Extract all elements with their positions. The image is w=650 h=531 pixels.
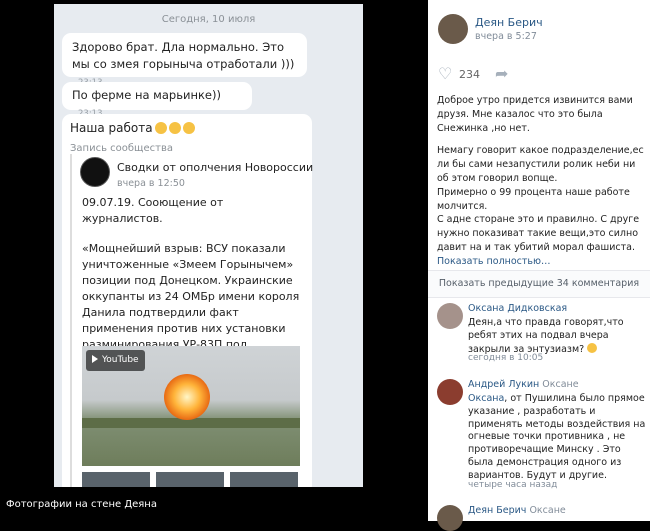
photo-thumbnail[interactable] [156,472,224,487]
heart-icon[interactable]: ♡ [438,66,452,82]
photo-thumbnail[interactable] [230,472,298,487]
repost-time: вчера в 12:50 [117,178,185,189]
show-previous-comments-button[interactable]: Показать предыдущие 34 комментария [428,270,650,298]
youtube-badge: YouTube [86,350,145,371]
comment-date[interactable]: четыре часа назад [468,480,557,490]
smile-emoji-icon [168,122,181,134]
smile-emoji-icon [182,122,195,134]
message-bubble: По ферме на марьинке))23:13 [62,82,252,119]
share-icon[interactable]: ➦ [495,64,508,83]
post-paragraph: Доброе утро придется извинится вами друз… [437,95,633,134]
commenter-name[interactable]: Оксана Дидковская [468,303,567,314]
message-text: Наша работа [70,121,153,135]
commenter-name[interactable]: Деян Берич [468,505,526,516]
message-text: По ферме на марьинке)) [72,88,221,102]
commenter-name[interactable]: Андрей Лукин [468,379,539,390]
post-panel: Деян Берич вчера в 5:27 ♡ 234 ➦ Доброе у… [428,0,650,531]
community-avatar[interactable] [80,157,110,187]
play-icon [92,355,98,363]
post-paragraph: Немагу говорит какое подразделение,ес ли… [437,145,644,267]
commenter-avatar[interactable] [437,505,463,531]
reply-to[interactable]: Оксане [529,505,565,516]
likes-count[interactable]: 234 [459,68,480,81]
commenter-avatar[interactable] [437,379,463,405]
comment-text: Оксана, от Пушилина было прямое указание… [468,393,646,481]
post-text: Доброе утро придется извинится вами друз… [437,94,645,278]
post-time[interactable]: вчера в 5:27 [475,31,537,42]
photo-thumbnails [82,472,300,487]
community-name[interactable]: Сводки от ополчения Новороссии [117,159,313,176]
photo-caption: Фотографии на стене Деяна [6,499,157,510]
commenter-header: Андрей Лукин Оксане [468,379,579,390]
author-name[interactable]: Деян Берич [475,16,543,29]
smile-emoji-icon [154,122,167,134]
commenter-avatar[interactable] [437,303,463,329]
date-divider: Сегодня, 10 июля [161,14,256,25]
photo-thumbnail[interactable] [82,472,150,487]
message-text: Здорово брат. Дла нормально. Это мы со з… [72,40,295,71]
show-more-link[interactable]: Показать полностью… [437,256,551,267]
comment-text: Деян,а что правда говорят,что ребят этих… [468,317,624,355]
shared-post-bubble: Наша работа Запись сообщества Сводки от … [62,114,313,487]
author-avatar[interactable] [438,14,468,44]
message-bubble: Здорово брат. Дла нормально. Это мы со з… [62,33,307,88]
video-thumbnail[interactable]: YouTube [82,346,300,466]
explosion [164,374,210,420]
emoji-icon [587,342,598,353]
addressee-link[interactable]: Оксана [468,393,504,404]
comment-date[interactable]: сегодня в 10:05 [468,353,543,363]
commenter-header: Деян Берич Оксане [468,505,566,516]
chat-screenshot-photo[interactable]: Сегодня, 10 июля Здорово брат. Дла норма… [54,4,363,487]
repost-paragraph: 09.07.19. Сооющение от журналистов. [82,196,224,225]
reply-to[interactable]: Оксане [542,379,578,390]
repost-card[interactable]: Сводки от ополчения Новороссии вчера в 1… [70,154,313,487]
